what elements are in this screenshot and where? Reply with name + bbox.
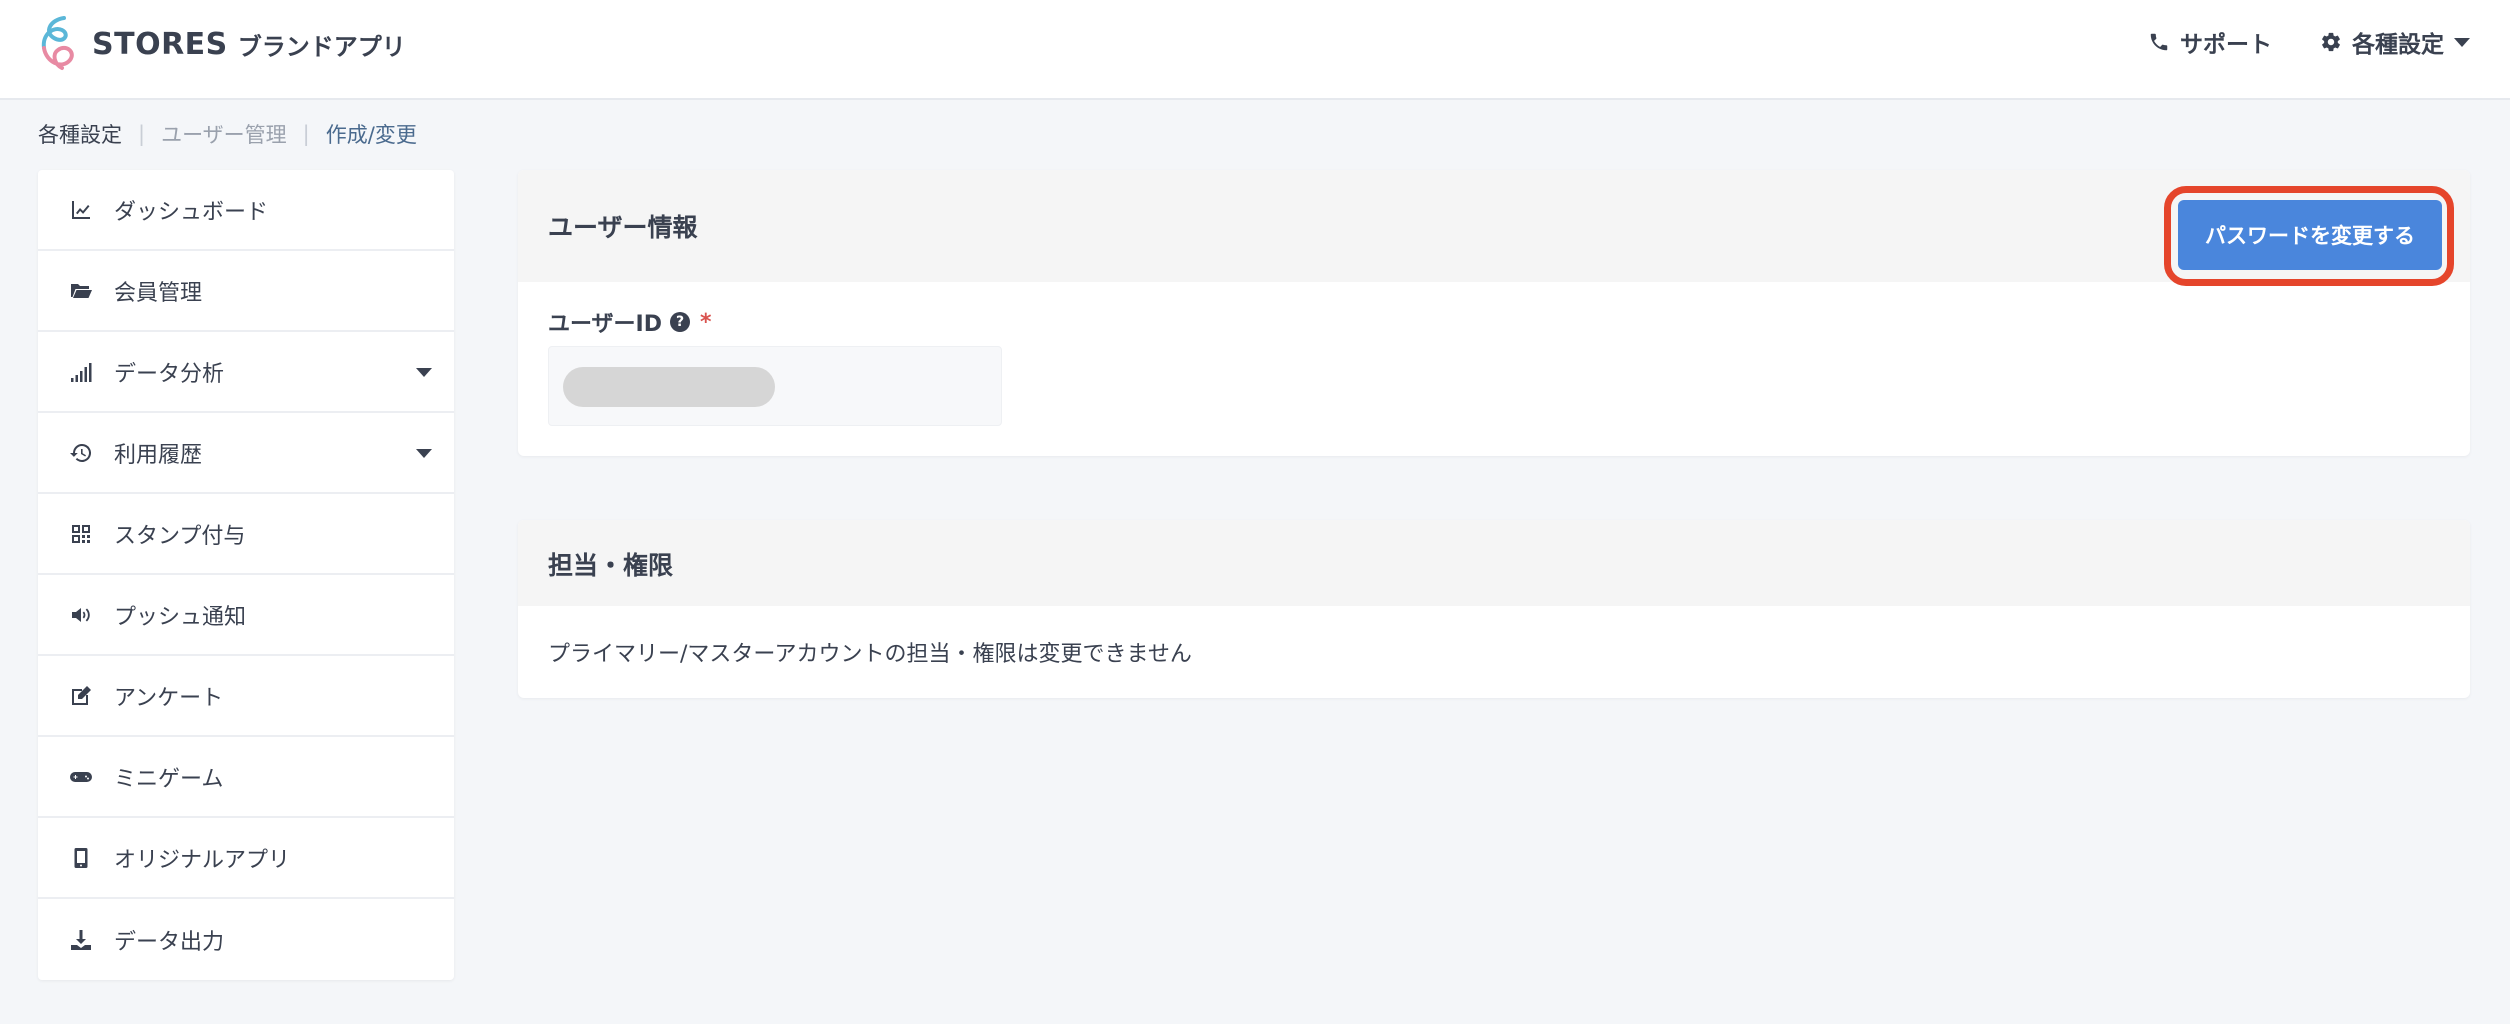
download-icon — [68, 927, 94, 953]
role-card: 担当・権限 プライマリー/マスターアカウントの担当・権限は変更できません — [518, 520, 2470, 698]
sidebar-item-label: データ分析 — [114, 361, 225, 387]
top-header: STORES ブランドアプリ サポート 各種設定 — [0, 0, 2510, 100]
sidebar: ダッシュボード 会員管理 データ分析 利用履歴 スタンプ付与 プッシュ通知 アン… — [38, 170, 454, 980]
change-password-button[interactable]: パスワードを変更する — [2178, 200, 2442, 270]
required-mark: * — [700, 309, 712, 335]
sidebar-item-label: ダッシュボード — [114, 199, 269, 225]
chevron-down-icon — [416, 368, 432, 377]
sidebar-item-stamp[interactable]: スタンプ付与 — [38, 494, 454, 575]
gamepad-icon — [68, 764, 94, 790]
sidebar-item-mini-game[interactable]: ミニゲーム — [38, 737, 454, 818]
sidebar-item-data-analysis[interactable]: データ分析 — [38, 332, 454, 413]
gear-icon — [2322, 32, 2340, 52]
breadcrumb-separator: | — [138, 122, 146, 146]
redacted-value — [563, 367, 775, 407]
user-id-field — [548, 346, 1002, 426]
user-info-card-header: ユーザー情報 パスワードを変更する — [518, 170, 2470, 286]
sidebar-item-push-notification[interactable]: プッシュ通知 — [38, 575, 454, 656]
history-icon — [68, 440, 94, 466]
breadcrumb-separator: | — [302, 122, 310, 146]
role-title: 担当・権限 — [548, 551, 674, 580]
stores-logo-icon — [41, 16, 74, 70]
brand-logo[interactable]: STORES ブランドアプリ — [36, 14, 406, 74]
sidebar-item-data-export[interactable]: データ出力 — [38, 899, 454, 980]
mobile-icon — [68, 845, 94, 871]
sidebar-item-usage-history[interactable]: 利用履歴 — [38, 413, 454, 494]
breadcrumb-current: 作成/変更 — [325, 123, 417, 147]
user-id-label: ユーザーID ? * — [548, 306, 712, 338]
sidebar-item-label: アンケート — [114, 685, 224, 711]
chevron-down-icon — [416, 449, 432, 458]
sidebar-item-label: プッシュ通知 — [114, 604, 247, 630]
sidebar-item-original-app[interactable]: オリジナルアプリ — [38, 818, 454, 899]
sidebar-item-members[interactable]: 会員管理 — [38, 251, 454, 332]
sidebar-item-label: スタンプ付与 — [114, 523, 246, 549]
user-info-title: ユーザー情報 — [548, 213, 698, 242]
folder-open-icon — [68, 278, 94, 304]
volume-icon — [68, 602, 94, 628]
sidebar-item-label: 会員管理 — [114, 280, 203, 306]
sidebar-item-label: 利用履歴 — [114, 442, 203, 468]
settings-label: 各種設定 — [2352, 32, 2444, 58]
sidebar-item-label: データ出力 — [114, 929, 225, 955]
breadcrumb-settings[interactable]: 各種設定 — [38, 119, 122, 149]
question-circle-icon[interactable]: ? — [670, 312, 691, 332]
logo-subtitle: ブランドアプリ — [237, 32, 406, 61]
phone-icon — [2150, 33, 2168, 51]
qrcode-icon — [68, 521, 94, 547]
chart-line-icon — [68, 197, 94, 223]
signal-bars-icon — [68, 359, 94, 385]
edit-icon — [68, 683, 94, 709]
support-link[interactable]: サポート — [2148, 24, 2272, 60]
sidebar-item-dashboard[interactable]: ダッシュボード — [38, 170, 454, 251]
breadcrumb: 各種設定 | ユーザー管理 | 作成/変更 — [38, 118, 417, 150]
sidebar-item-label: オリジナルアプリ — [114, 847, 291, 873]
breadcrumb-user-management[interactable]: ユーザー管理 — [161, 119, 287, 149]
settings-menu[interactable]: 各種設定 — [2320, 24, 2470, 60]
caret-down-icon — [2454, 37, 2470, 47]
sidebar-item-label: ミニゲーム — [114, 766, 224, 792]
role-card-header: 担当・権限 — [518, 520, 2470, 606]
user-id-label-text: ユーザーID — [548, 312, 663, 337]
logo-text: STORES — [92, 26, 228, 62]
user-info-card: ユーザー情報 パスワードを変更する ユーザーID ? * — [518, 170, 2470, 456]
sidebar-item-survey[interactable]: アンケート — [38, 656, 454, 737]
support-label: サポート — [2180, 32, 2272, 58]
role-message: プライマリー/マスターアカウントの担当・権限は変更できません — [548, 642, 1192, 667]
